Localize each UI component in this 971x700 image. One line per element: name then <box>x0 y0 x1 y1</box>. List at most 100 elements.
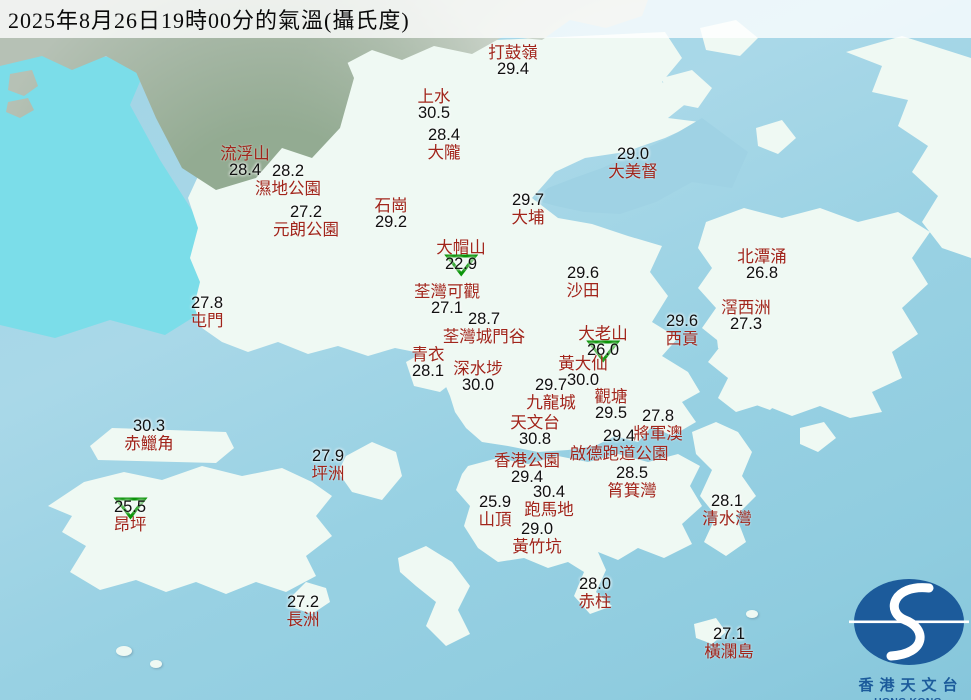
station-value: 30.8 <box>510 431 560 448</box>
hko-swirl-icon <box>845 576 971 668</box>
station-name: 上水 <box>418 88 451 105</box>
station-name: 濕地公園 <box>255 180 321 197</box>
station-大隴: 28.4大隴 <box>428 127 461 161</box>
station-name: 山頂 <box>479 511 512 528</box>
station-name: 啟德跑道公園 <box>570 445 669 462</box>
station-打鼓嶺: 打鼓嶺29.4 <box>488 44 538 78</box>
station-濕地公園: 28.2濕地公園 <box>255 163 321 197</box>
station-清水灣: 28.1清水灣 <box>702 493 752 527</box>
station-name: 橫瀾島 <box>704 643 754 660</box>
hko-logo-title-zh: 香港天文台 <box>845 674 971 695</box>
station-value: 29.4 <box>570 428 669 445</box>
station-value: 29.6 <box>666 313 699 330</box>
station-坪洲: 27.9坪洲 <box>312 448 345 482</box>
station-滘西洲: 滘西洲27.3 <box>721 299 771 333</box>
station-觀塘: 觀塘29.5 <box>595 388 628 422</box>
station-value: 29.7 <box>526 377 576 394</box>
station-value: 28.2 <box>255 163 321 180</box>
station-value: 29.5 <box>595 405 628 422</box>
station-name: 觀塘 <box>595 388 628 405</box>
station-value: 29.0 <box>608 146 658 163</box>
station-value: 22.9 <box>436 256 486 273</box>
station-name: 深水埗 <box>453 360 503 377</box>
station-name: 赤柱 <box>579 593 612 610</box>
station-屯門: 27.8屯門 <box>191 295 224 329</box>
station-name: 九龍城 <box>526 394 576 411</box>
map-title: 2025年8月26日19時00分的氣溫(攝氏度) <box>0 3 410 35</box>
station-青衣: 青衣28.1 <box>412 346 445 380</box>
station-沙田: 29.6沙田 <box>567 265 600 299</box>
stations-layer: 打鼓嶺29.4上水30.5流浮山28.428.2濕地公園27.2元朗公園石崗29… <box>0 0 971 700</box>
temperature-map: 打鼓嶺29.4上水30.5流浮山28.428.2濕地公園27.2元朗公園石崗29… <box>0 0 971 700</box>
station-赤柱: 28.0赤柱 <box>579 576 612 610</box>
station-value: 29.4 <box>488 61 538 78</box>
station-value: 25.9 <box>479 494 512 511</box>
station-value: 30.4 <box>524 484 574 501</box>
station-昂坪: 25.5昂坪 <box>114 499 147 533</box>
station-value: 25.5 <box>114 499 147 516</box>
station-value: 28.4 <box>428 127 461 144</box>
station-西貢: 29.6西貢 <box>666 313 699 347</box>
station-value: 28.1 <box>412 363 445 380</box>
station-荃灣城門谷: 28.7荃灣城門谷 <box>443 311 526 345</box>
station-跑馬地: 30.4跑馬地 <box>524 484 574 518</box>
hko-logo: 香港天文台 HONG KONG OBSERVATORY <box>845 576 971 700</box>
station-name: 大埔 <box>512 209 545 226</box>
station-name: 黃大仙 <box>558 355 608 372</box>
station-name: 屯門 <box>191 312 224 329</box>
station-value: 27.2 <box>273 204 339 221</box>
station-value: 29.0 <box>512 521 562 538</box>
station-value: 27.3 <box>721 316 771 333</box>
station-name: 跑馬地 <box>524 501 574 518</box>
station-name: 長洲 <box>287 611 320 628</box>
station-name: 滘西洲 <box>721 299 771 316</box>
station-value: 27.9 <box>312 448 345 465</box>
station-name: 赤鱲角 <box>124 435 174 452</box>
station-長洲: 27.2長洲 <box>287 594 320 628</box>
hko-logo-title-en: HONG KONG OBSERVATORY <box>845 696 971 700</box>
station-value: 28.5 <box>607 465 657 482</box>
station-啟德跑道公園: 29.4啟德跑道公園 <box>570 428 669 462</box>
station-value: 28.7 <box>443 311 526 328</box>
station-name: 打鼓嶺 <box>488 44 538 61</box>
station-name: 筲箕灣 <box>607 482 657 499</box>
station-天文台: 天文台30.8 <box>510 414 560 448</box>
station-name: 北潭涌 <box>737 248 787 265</box>
station-name: 香港公園 <box>494 452 560 469</box>
station-value: 27.1 <box>704 626 754 643</box>
station-name: 荃灣可觀 <box>414 283 480 300</box>
station-value: 27.2 <box>287 594 320 611</box>
station-赤鱲角: 30.3赤鱲角 <box>124 418 174 452</box>
station-name: 荃灣城門谷 <box>443 328 526 345</box>
station-value: 30.0 <box>453 377 503 394</box>
station-筲箕灣: 28.5筲箕灣 <box>607 465 657 499</box>
station-橫瀾島: 27.1橫瀾島 <box>704 626 754 660</box>
station-value: 28.1 <box>702 493 752 510</box>
station-value: 26.8 <box>737 265 787 282</box>
station-name: 坪洲 <box>312 465 345 482</box>
station-大帽山: 大帽山22.9 <box>436 239 486 273</box>
station-value: 29.7 <box>512 192 545 209</box>
station-九龍城: 29.7九龍城 <box>526 377 576 411</box>
station-value: 27.8 <box>633 408 683 425</box>
station-name: 石崗 <box>375 197 408 214</box>
station-value: 30.5 <box>418 105 451 122</box>
title-bar: 2025年8月26日19時00分的氣溫(攝氏度) <box>0 0 971 38</box>
station-name: 西貢 <box>666 330 699 347</box>
station-value: 30.3 <box>124 418 174 435</box>
station-石崗: 石崗29.2 <box>375 197 408 231</box>
station-name: 沙田 <box>567 282 600 299</box>
station-深水埗: 深水埗30.0 <box>453 360 503 394</box>
station-大埔: 29.7大埔 <box>512 192 545 226</box>
station-山頂: 25.9山頂 <box>479 494 512 528</box>
station-value: 29.2 <box>375 214 408 231</box>
station-value: 29.6 <box>567 265 600 282</box>
station-name: 清水灣 <box>702 510 752 527</box>
station-香港公園: 香港公園29.4 <box>494 452 560 486</box>
station-大美督: 29.0大美督 <box>608 146 658 180</box>
station-元朗公園: 27.2元朗公園 <box>273 204 339 238</box>
station-黃竹坑: 29.0黃竹坑 <box>512 521 562 555</box>
station-name: 大美督 <box>608 163 658 180</box>
station-name: 大隴 <box>428 144 461 161</box>
station-北潭涌: 北潭涌26.8 <box>737 248 787 282</box>
